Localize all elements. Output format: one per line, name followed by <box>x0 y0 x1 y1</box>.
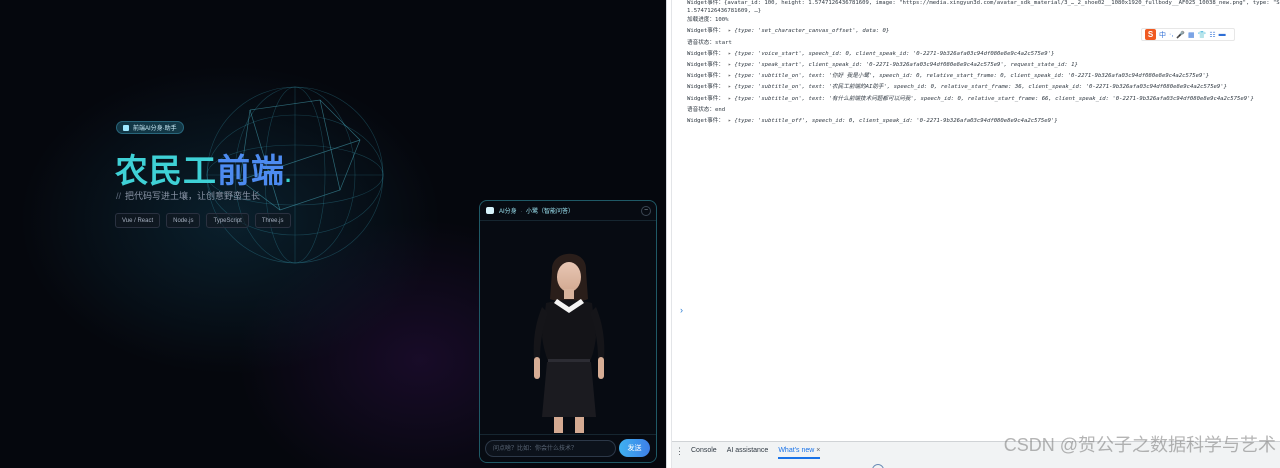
console-row-payload[interactable]: {type: 'set_character_canvas_offset', da… <box>734 28 889 34</box>
console-row: 加载进度：100% <box>672 15 1280 26</box>
tech-tags: Vue / React Node.js TypeScript Three.js <box>115 213 291 228</box>
console-row: Widget事件： ▸ {type: 'subtitle_on', text: '有… <box>672 94 1280 105</box>
console-row-label: Widget事件： <box>687 0 724 6</box>
ime-toolbar: S 中 ·, 🎤 ▦ 👕 ☷ ▬ <box>1141 28 1235 41</box>
expand-arrow-icon[interactable]: ▸ <box>728 84 731 90</box>
tab-label: AI assistance <box>726 447 769 454</box>
chat-title-left: AI分身 <box>499 209 517 215</box>
ime-punctuation-icon[interactable]: ·, <box>1169 31 1173 38</box>
chat-title: AI分身 · 小鹭（智能问答） <box>499 206 574 215</box>
drawer-tabs: ⋮ Console AI assistance What's new × <box>675 444 821 459</box>
hero-title: 农民工前端. <box>115 144 292 192</box>
console-row-label: Widget事件： <box>687 28 724 35</box>
console-row-label: Widget事件： <box>687 95 724 102</box>
tab-label: What's new <box>778 447 815 454</box>
screen: 前端AI分身·助手 农民工前端. //把代码写进土壤，让创意野蛮生长 Vue /… <box>0 0 1280 468</box>
chat-title-separator: · <box>520 209 523 215</box>
ai-chat-panel: AI分身 · 小鹭（智能问答） − 问点啥？比如：你会什么技术？ 发送 <box>479 200 657 463</box>
chat-input[interactable] <box>485 440 616 457</box>
expand-arrow-icon[interactable]: ▸ <box>728 73 731 79</box>
console-row: Widget事件： ▸ {type: 'subtitle_on', text: '你… <box>672 71 1280 82</box>
hero-badge: 前端AI分身·助手 <box>116 121 184 134</box>
hero-title-part1: 农民工 <box>115 152 217 189</box>
tech-tag: Node.js <box>166 213 201 228</box>
expand-arrow-icon[interactable]: ▸ <box>728 51 731 57</box>
console-row-payload: start <box>714 39 732 46</box>
console-row-label: Widget事件： <box>687 84 724 91</box>
expand-arrow-icon[interactable]: ▸ <box>728 62 731 68</box>
hero-slogan: //把代码写进土壤，让创意野蛮生长 <box>116 189 260 202</box>
tab-label: Console <box>691 447 717 454</box>
console-row-payload[interactable]: {type: 'subtitle_on', text: '农民工前端的AI助手'… <box>734 84 1227 90</box>
app-page: 前端AI分身·助手 农民工前端. //把代码写进土壤，让创意野蛮生长 Vue /… <box>0 0 666 468</box>
tab-console[interactable]: Console <box>691 444 717 458</box>
console-row-payload[interactable]: {type: 'subtitle_on', text: '你好 我是小鹭', s… <box>734 73 1209 79</box>
ime-mode-toggle[interactable]: 中 <box>1159 30 1166 40</box>
console-row-payload: 100% <box>714 17 729 24</box>
close-icon[interactable]: × <box>816 447 820 454</box>
console-row: 语音状态：end <box>672 105 1280 116</box>
console-row-label: Widget事件： <box>687 61 724 68</box>
console-row-label: Widget事件： <box>687 50 724 57</box>
watermark: CSDN @贺公子之数据科学与艺术 <box>1003 435 1276 455</box>
whats-new-icon <box>872 464 884 468</box>
robot-icon <box>486 207 494 214</box>
console-row-label: 加载进度： <box>687 17 715 24</box>
console-row: Widget事件： ▸ {type: 'speak_start', client_s… <box>672 60 1280 71</box>
slogan-prefix: // <box>116 191 122 201</box>
expand-arrow-icon[interactable]: ▸ <box>728 28 731 34</box>
microphone-icon[interactable]: 🎤 <box>1176 31 1185 39</box>
console-row-label: Widget事件： <box>687 73 724 80</box>
digital-human-avatar <box>533 253 605 433</box>
skin-icon[interactable]: 👕 <box>1198 31 1207 39</box>
hero-title-part2: 前端 <box>217 152 285 189</box>
console-row: 1.5747126436781609, …} <box>672 8 1280 16</box>
console-row: Widget事件： ▸ {type: 'voice_start', speech_i… <box>672 49 1280 60</box>
tab-ai-assistance[interactable]: AI assistance <box>727 444 769 458</box>
tech-tag: Vue / React <box>115 213 161 228</box>
console-row: Widget事件： ▸ {type: 'subtitle_off', speech_… <box>672 116 1280 127</box>
console-row-payload[interactable]: {type: 'subtitle_off', speech_id: 0, cli… <box>734 118 1057 124</box>
console-row-payload: 1.5747126436781609, …} <box>687 7 762 14</box>
console-row: Widget事件： ▸ {type: 'subtitle_on', text: '农… <box>672 82 1280 93</box>
console-row-payload[interactable]: {type: 'voice_start', speech_id: 0, clie… <box>734 51 1054 57</box>
devtools-panel: Widget事件：{avatar_id: 100, height: 1.5747… <box>672 0 1280 468</box>
console-row-payload: {avatar_id: 100, height: 1.5747126436781… <box>724 0 1280 6</box>
console-row: Widget事件：{avatar_id: 100, height: 1.5747… <box>672 0 1280 8</box>
drawer-menu-icon[interactable]: ⋮ <box>675 446 684 457</box>
tech-tag: Three.js <box>254 213 291 228</box>
console-row-label: 语音状态： <box>687 39 715 46</box>
expand-arrow-icon[interactable]: ▸ <box>728 96 731 102</box>
robot-icon <box>123 124 129 131</box>
minimize-icon[interactable]: − <box>641 206 651 216</box>
console-row-payload: end <box>714 106 726 113</box>
chat-header: AI分身 · 小鹭（智能问答） − <box>480 201 656 221</box>
chat-footer: 发送 <box>480 434 656 462</box>
console-row-label: 语音状态： <box>687 106 715 113</box>
slogan-text: 把代码写进土壤，让创意野蛮生长 <box>125 191 261 201</box>
hero-title-dot: . <box>285 162 293 187</box>
ime-more-icon[interactable]: ▬ <box>1219 31 1226 38</box>
keyboard-icon[interactable]: ▦ <box>1188 31 1195 39</box>
tech-tag: TypeScript <box>206 213 249 228</box>
hero-badge-label: 前端AI分身·助手 <box>133 126 177 132</box>
console-log: Widget事件：{avatar_id: 100, height: 1.5747… <box>672 0 1280 127</box>
sogou-logo-icon[interactable]: S <box>1145 29 1156 40</box>
tab-whats-new[interactable]: What's new × <box>778 444 821 459</box>
console-row-payload[interactable]: {type: 'speak_start', client_speak_id: '… <box>734 62 1078 68</box>
chat-title-right: 小鹭（智能问答） <box>526 209 575 215</box>
expand-arrow-icon[interactable]: ▸ <box>728 118 731 124</box>
console-prompt[interactable]: › <box>680 305 683 315</box>
send-button[interactable]: 发送 <box>619 439 650 457</box>
toolbox-icon[interactable]: ☷ <box>1209 31 1215 39</box>
console-row-payload[interactable]: {type: 'subtitle_on', text: '有什么前端技术问题都可… <box>734 96 1254 102</box>
console-row-label: Widget事件： <box>687 117 724 124</box>
